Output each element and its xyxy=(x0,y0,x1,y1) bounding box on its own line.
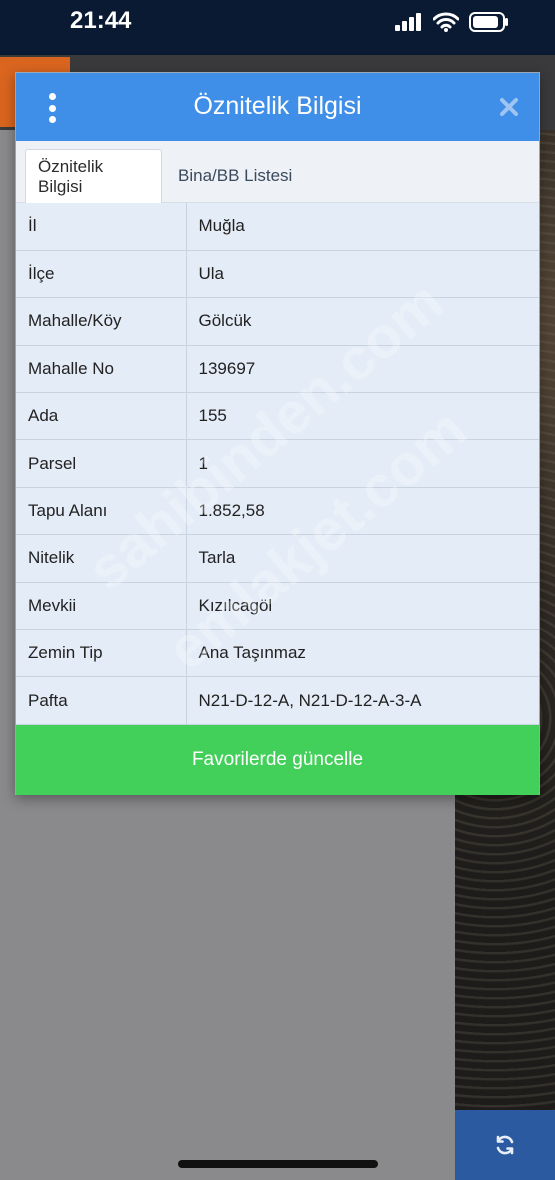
row-key: İlçe xyxy=(16,250,187,299)
table-row: Parsel 1 xyxy=(16,439,539,488)
row-value: Tarla xyxy=(186,534,539,583)
row-value: 1.852,58 xyxy=(186,487,539,536)
row-key: Mahalle No xyxy=(16,345,187,394)
table-row: Mahalle/Köy Gölcük xyxy=(16,297,539,346)
refresh-button[interactable] xyxy=(455,1110,555,1180)
dialog-title: Öznitelik Bilgisi xyxy=(193,92,362,120)
row-value: 155 xyxy=(186,392,539,441)
row-value: N21-D-12-A, N21-D-12-A-3-A xyxy=(186,676,539,725)
tab-building-list[interactable]: Bina/BB Listesi xyxy=(166,149,304,203)
table-row: Mevkii Kızılcagöl xyxy=(16,582,539,631)
row-key: Pafta xyxy=(16,676,187,725)
wifi-icon xyxy=(433,12,459,32)
row-value: Ula xyxy=(186,250,539,299)
row-key: Ada xyxy=(16,392,187,441)
row-key: Parsel xyxy=(16,439,187,488)
table-row: Tapu Alanı 1.852,58 xyxy=(16,487,539,536)
update-favorites-button[interactable]: Favorilerde güncelle xyxy=(16,725,539,795)
status-icons xyxy=(395,12,509,32)
row-value: 139697 xyxy=(186,345,539,394)
row-value: Gölcük xyxy=(186,297,539,346)
row-key: Mevkii xyxy=(16,582,187,631)
table-row: Ada 155 xyxy=(16,392,539,441)
row-key: Zemin Tip xyxy=(16,629,187,678)
row-key: Nitelik xyxy=(16,534,187,583)
table-row: İlçe Ula xyxy=(16,250,539,299)
table-row: İl Muğla xyxy=(16,203,539,251)
table-row: Zemin Tip Ana Taşınmaz xyxy=(16,629,539,678)
attribute-info-dialog: Öznitelik Bilgisi Öznitelik Bilgisi Bina… xyxy=(15,72,540,795)
row-value: Kızılcagöl xyxy=(186,582,539,631)
battery-icon xyxy=(469,12,508,32)
signal-icon xyxy=(395,13,421,31)
tabs-bar: Öznitelik Bilgisi Bina/BB Listesi xyxy=(16,141,539,203)
refresh-icon xyxy=(496,1135,514,1155)
table-row: Mahalle No 139697 xyxy=(16,345,539,394)
table-row: Pafta N21-D-12-A, N21-D-12-A-3-A xyxy=(16,676,539,725)
status-time: 21:44 xyxy=(70,7,132,34)
row-key: Mahalle/Köy xyxy=(16,297,187,346)
home-indicator xyxy=(178,1160,378,1168)
dialog-header: Öznitelik Bilgisi xyxy=(16,73,539,141)
status-bar: 21:44 xyxy=(0,0,555,55)
row-key: Tapu Alanı xyxy=(16,487,187,536)
tab-attribute-info[interactable]: Öznitelik Bilgisi xyxy=(25,149,162,203)
row-key: İl xyxy=(16,203,187,251)
row-value: Ana Taşınmaz xyxy=(186,629,539,678)
table-row: Nitelik Tarla xyxy=(16,534,539,583)
attribute-table: İl Muğla İlçe Ula Mahalle/Köy Gölcük Mah… xyxy=(16,203,539,725)
row-value: Muğla xyxy=(186,203,539,251)
close-icon[interactable] xyxy=(495,93,523,121)
row-value: 1 xyxy=(186,439,539,488)
